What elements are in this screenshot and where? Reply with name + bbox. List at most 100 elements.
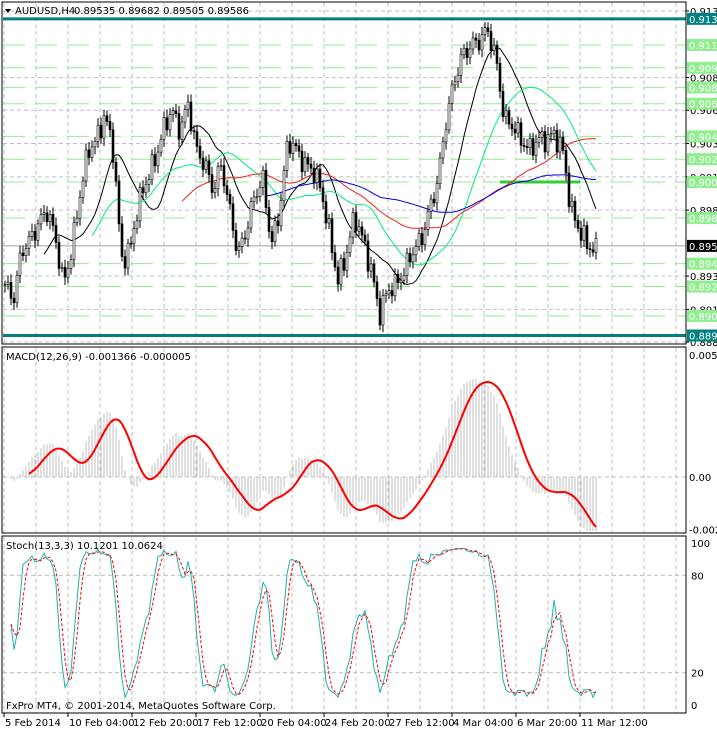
candle-bullish	[66, 268, 70, 278]
candle-bullish	[273, 220, 277, 242]
candle-bullish	[384, 293, 388, 296]
candle-bearish	[309, 163, 313, 169]
candle-bullish	[492, 44, 496, 51]
candle-bearish	[228, 194, 232, 205]
candle-bearish	[519, 122, 523, 146]
candle-bullish	[405, 252, 409, 276]
candle-bullish	[468, 48, 472, 58]
candle-bearish	[375, 281, 379, 299]
candle-bullish	[282, 170, 286, 201]
candle-bearish	[513, 128, 517, 134]
candle-bullish	[246, 227, 250, 240]
candle-bullish	[42, 212, 46, 215]
stoch-tick-label: 20	[691, 669, 704, 680]
candle-bearish	[330, 218, 334, 253]
time-tick-label: 4 Mar 04:00	[453, 718, 513, 729]
candle-bullish	[528, 138, 532, 148]
candle-bullish	[534, 141, 538, 156]
candle-bearish	[12, 297, 16, 304]
candle-bullish	[159, 138, 163, 153]
candle-bullish	[90, 146, 94, 158]
candle-bearish	[243, 237, 247, 240]
candle-bearish	[486, 27, 490, 32]
candle-bearish	[63, 266, 67, 278]
level-label: 0.91125	[689, 41, 717, 52]
candle-bearish	[201, 157, 205, 170]
candle-bearish	[57, 242, 61, 269]
candle-bearish	[21, 252, 25, 256]
candle-bullish	[453, 81, 457, 86]
candle-bullish	[126, 242, 130, 269]
candle-bearish	[300, 150, 304, 173]
candle-bearish	[264, 169, 268, 208]
stoch-tick-label: 100	[691, 539, 710, 550]
candle-bullish	[261, 169, 265, 188]
candle-bearish	[288, 141, 292, 154]
candle-bullish	[381, 295, 385, 326]
candle-bearish	[114, 161, 118, 182]
candle-bearish	[198, 145, 202, 159]
candle-bearish	[306, 157, 310, 165]
candle-bullish	[135, 220, 139, 229]
candle-bullish	[249, 201, 253, 229]
candle-bearish	[117, 180, 121, 225]
candle-bullish	[594, 237, 598, 253]
candle-bullish	[540, 131, 544, 138]
level-label: 0.89800	[689, 214, 717, 225]
candle-bullish	[144, 184, 148, 194]
candle-bearish	[276, 220, 280, 227]
macd-tick-label: 0.005033	[689, 351, 717, 362]
candle-bullish	[480, 34, 484, 51]
candle-bearish	[501, 90, 505, 118]
copyright-footer: FxPro MT4, © 2001-2014, MetaQuotes Softw…	[6, 701, 276, 712]
level-label: 0.89275	[689, 283, 717, 294]
time-tick-label: 6 Mar 20:00	[517, 718, 577, 729]
time-tick-label: 20 Feb 04:00	[261, 718, 327, 729]
candle-bullish	[252, 196, 256, 202]
candle-bearish	[270, 231, 274, 242]
candle-bullish	[6, 281, 10, 285]
candle-bearish	[312, 167, 316, 184]
candle-bearish	[561, 136, 565, 151]
candle-bearish	[210, 174, 214, 193]
candle-bearish	[585, 225, 589, 249]
candle-bearish	[363, 234, 367, 242]
candle-bearish	[297, 145, 301, 152]
level-label: 0.90250	[689, 155, 717, 166]
candle-bullish	[582, 225, 586, 241]
candle-bullish	[72, 222, 76, 260]
candle-bullish	[216, 166, 220, 189]
candle-bearish	[588, 248, 592, 250]
candle-bearish	[498, 63, 502, 92]
trading-chart[interactable]: 0.913850.908750.906250.903700.901150.898…	[0, 0, 717, 730]
candle-bearish	[123, 256, 127, 269]
time-tick-label: 5 Feb 2014	[5, 718, 61, 729]
candle-bullish	[414, 246, 418, 256]
candle-bearish	[495, 44, 499, 64]
candle-bearish	[396, 274, 400, 283]
candle-bullish	[15, 274, 19, 304]
candle-bearish	[372, 263, 376, 283]
candle-bearish	[477, 39, 481, 51]
time-tick-label: 24 Feb 20:00	[325, 718, 391, 729]
candle-bearish	[522, 144, 526, 147]
level-label: 0.90075	[689, 178, 717, 189]
level-label: 0.89450	[689, 260, 717, 271]
candle-bullish	[78, 197, 82, 219]
candle-bullish	[351, 212, 355, 238]
candle-bearish	[99, 124, 103, 139]
candle-bullish	[240, 237, 244, 247]
candle-bullish	[69, 259, 73, 269]
time-tick-label: 12 Feb 20:00	[133, 718, 199, 729]
candle-bearish	[174, 110, 178, 114]
candle-bearish	[318, 168, 322, 189]
candle-bearish	[87, 149, 91, 158]
candle-bearish	[489, 31, 493, 51]
candle-bearish	[576, 220, 580, 229]
candle-bullish	[180, 121, 184, 140]
candle-bullish	[450, 84, 454, 104]
candle-bearish	[177, 113, 181, 140]
candle-bearish	[366, 240, 370, 272]
candle-bullish	[327, 218, 331, 224]
time-tick-label: 11 Mar 12:00	[581, 718, 648, 729]
